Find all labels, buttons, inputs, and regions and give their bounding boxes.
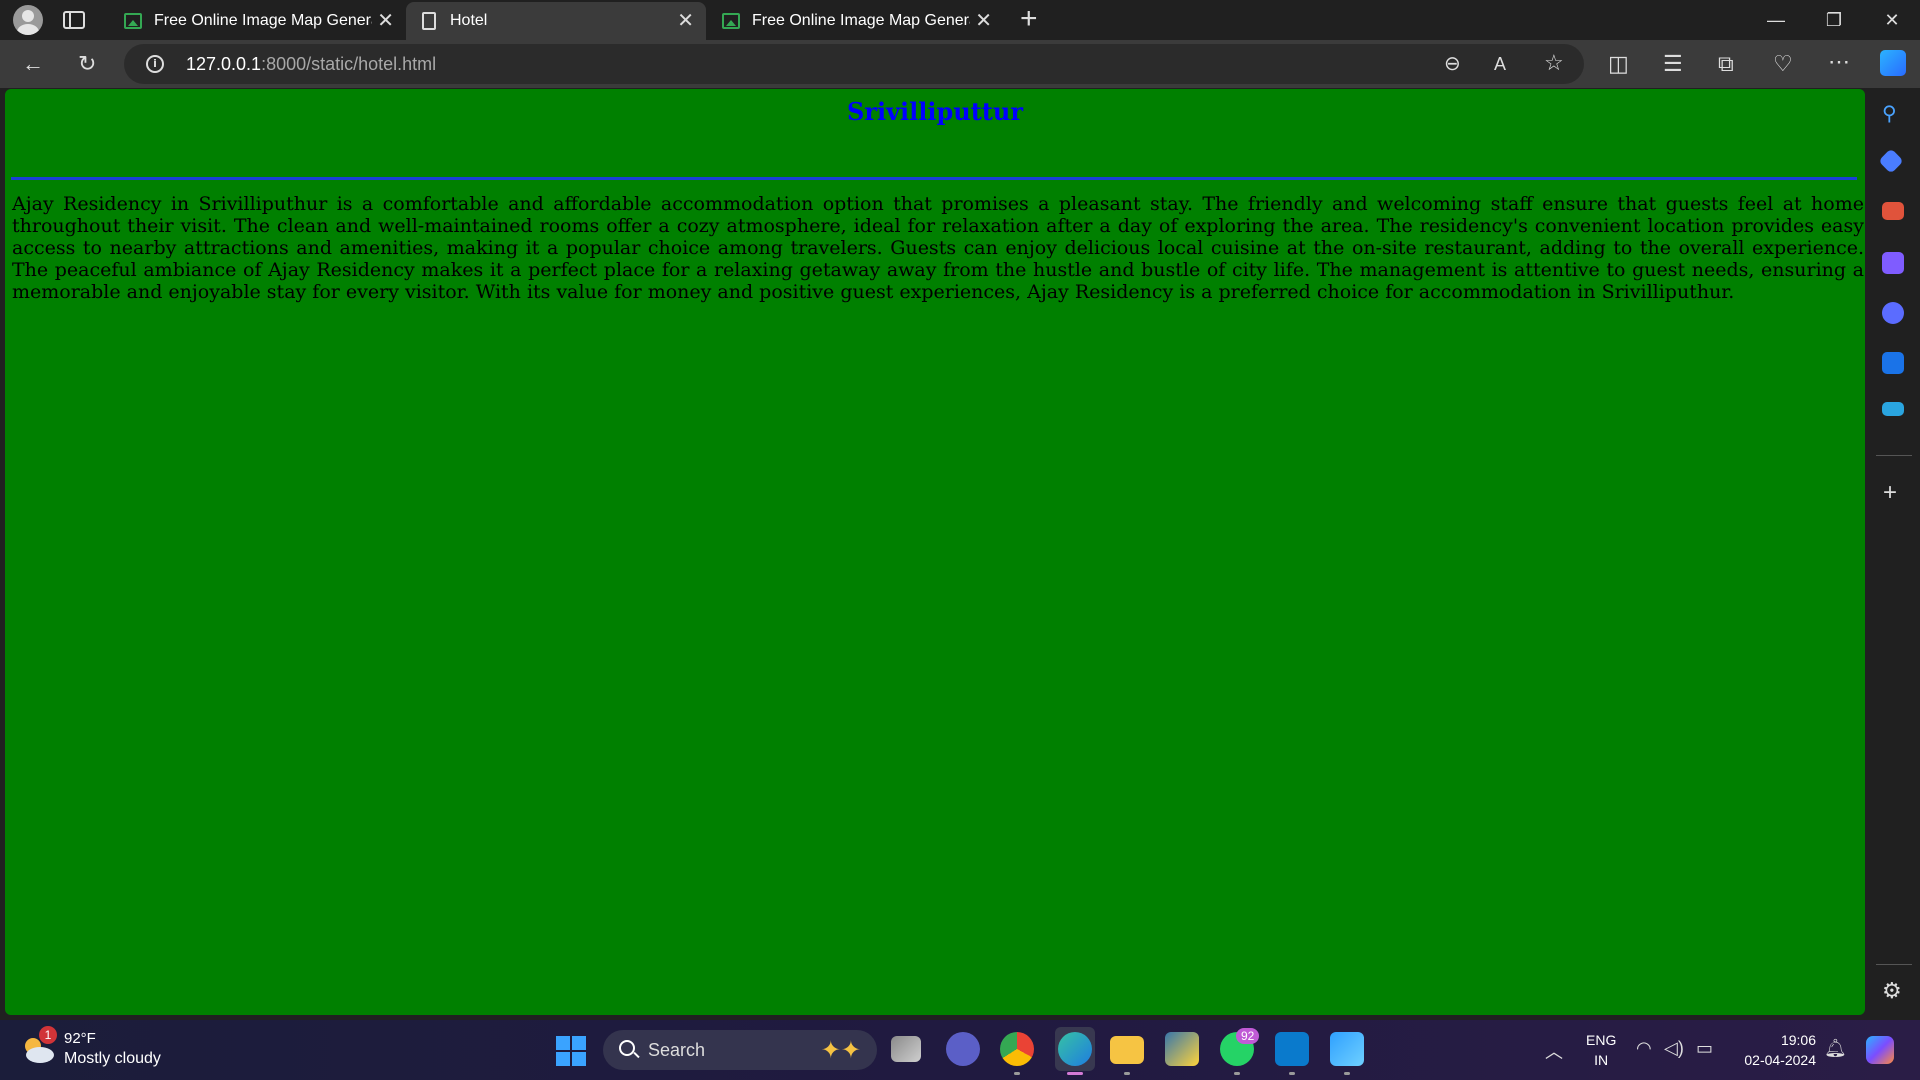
favorites-icon[interactable]: ☰ [1663,52,1683,76]
shopping-tag-icon[interactable] [1878,148,1904,174]
running-indicator [1234,1072,1240,1075]
tab-image-map-2[interactable]: Free Online Image Map Generator ✕ [706,2,1004,40]
search-icon[interactable]: ⚲ [1882,102,1897,126]
image-map-icon [722,13,740,29]
clock-time: 19:06 [1780,1032,1816,1048]
horizontal-rule [11,177,1857,180]
running-indicator [1344,1072,1350,1075]
task-view-icon[interactable] [891,1036,921,1062]
search-label: Search [648,1040,706,1060]
profile-avatar-icon[interactable] [13,5,43,35]
edge-sidebar: ⚲ + ⚙ [1866,88,1920,1014]
browser-essentials-icon[interactable]: ♡ [1773,52,1793,76]
image-map-icon [124,13,142,29]
windows-taskbar: 1 92°F Mostly cloudy Search ✦✦ 92 ︿ ENG … [0,1020,1920,1080]
page-viewport: Srivilliputtur Ajay Residency in Srivill… [5,89,1865,1015]
python-icon[interactable] [1165,1032,1199,1066]
close-icon[interactable]: ✕ [975,11,992,31]
language-indicator[interactable]: ENG IN [1586,1030,1616,1070]
wifi-icon[interactable]: ◠ [1636,1038,1652,1059]
teams-chat-icon[interactable] [946,1032,980,1066]
browser-toolbar: ← ↻ i 127.0.0.1:8000/static/hotel.html ⊖… [0,40,1920,88]
url-text[interactable]: 127.0.0.1:8000/static/hotel.html [186,54,436,75]
url-path: :8000/static/hotel.html [261,54,437,74]
active-indicator [1067,1072,1083,1075]
hotel-description: Ajay Residency in Srivilliputhur is a co… [12,193,1864,303]
back-icon[interactable]: ← [22,52,44,76]
weather-alert-badge: 1 [39,1026,57,1044]
settings-gear-icon[interactable]: ⚙ [1882,979,1902,1003]
microsoft-365-icon[interactable] [1882,302,1904,324]
edge-browser-icon[interactable] [1058,1032,1092,1066]
running-indicator [1124,1072,1130,1075]
tab-label: Free Online Image Map Generator [154,12,372,29]
paint-app-icon[interactable] [1330,1032,1364,1066]
sidebar-divider [1876,964,1912,965]
weather-temperature[interactable]: 92°F [64,1030,96,1047]
page-heading: Srivilliputtur [846,97,1023,126]
volume-icon[interactable]: ◁) [1664,1038,1684,1059]
tab-label: Free Online Image Map Generator [752,12,970,29]
collections-icon[interactable]: ⧉ [1718,52,1734,76]
close-icon[interactable]: ✕ [677,11,694,31]
page-icon [422,12,436,30]
copilot-icon[interactable] [1880,50,1906,76]
clock[interactable]: 19:06 02-04-2024 [1732,1030,1816,1070]
refresh-icon[interactable]: ↻ [78,52,96,76]
vscode-icon[interactable] [1275,1032,1309,1066]
split-screen-icon[interactable]: ◫ [1608,52,1629,76]
read-aloud-icon[interactable]: A [1494,52,1506,76]
weather-condition[interactable]: Mostly cloudy [64,1050,161,1068]
minimize-button[interactable]: — [1748,0,1804,40]
chevron-up-icon[interactable]: ︿ [1545,1038,1563,1064]
zoom-out-icon[interactable]: ⊖ [1444,52,1461,76]
site-info-icon[interactable]: i [146,55,164,73]
tab-hotel[interactable]: Hotel ✕ [406,2,706,40]
file-explorer-icon[interactable] [1110,1036,1144,1064]
drop-icon[interactable] [1882,402,1904,416]
tools-icon[interactable] [1882,202,1904,220]
copilot-taskbar-icon[interactable] [1866,1036,1894,1064]
lang-top: ENG [1586,1032,1617,1048]
more-options-icon[interactable]: ⋯ [1828,50,1850,74]
battery-icon[interactable]: ▭ [1696,1038,1713,1059]
add-icon[interactable]: + [1883,481,1897,505]
outlook-icon[interactable] [1882,352,1904,374]
url-host: 127.0.0.1 [186,54,262,74]
favorite-star-icon[interactable]: ☆ [1544,51,1564,75]
sparkle-icon: ✦✦ [820,1037,861,1064]
running-indicator [1014,1072,1020,1075]
tab-actions-icon[interactable] [63,11,85,29]
chrome-icon[interactable] [1000,1032,1034,1066]
sidebar-divider [1876,455,1912,456]
taskbar-search[interactable]: Search ✦✦ [603,1030,877,1070]
running-indicator [1289,1072,1295,1075]
new-tab-button[interactable]: + [1020,4,1038,34]
games-icon[interactable] [1882,252,1904,274]
browser-tab-bar: Free Online Image Map Generator ✕ Hotel … [0,0,1920,40]
notification-bell-icon[interactable]: 🔔︎ [1824,1038,1847,1059]
whatsapp-badge: 92 [1236,1028,1260,1044]
start-windows-icon[interactable] [556,1036,586,1066]
search-icon [619,1040,635,1056]
tab-label: Hotel [450,12,488,29]
lang-bottom: IN [1594,1052,1609,1068]
tab-image-map-1[interactable]: Free Online Image Map Generator ✕ [108,2,406,40]
close-window-button[interactable]: ✕ [1864,0,1920,40]
restore-button[interactable]: ❐ [1806,0,1862,40]
close-icon[interactable]: ✕ [377,11,394,31]
clock-date: 02-04-2024 [1744,1052,1816,1068]
address-bar[interactable]: i 127.0.0.1:8000/static/hotel.html ⊖ A ☆ [124,44,1584,84]
